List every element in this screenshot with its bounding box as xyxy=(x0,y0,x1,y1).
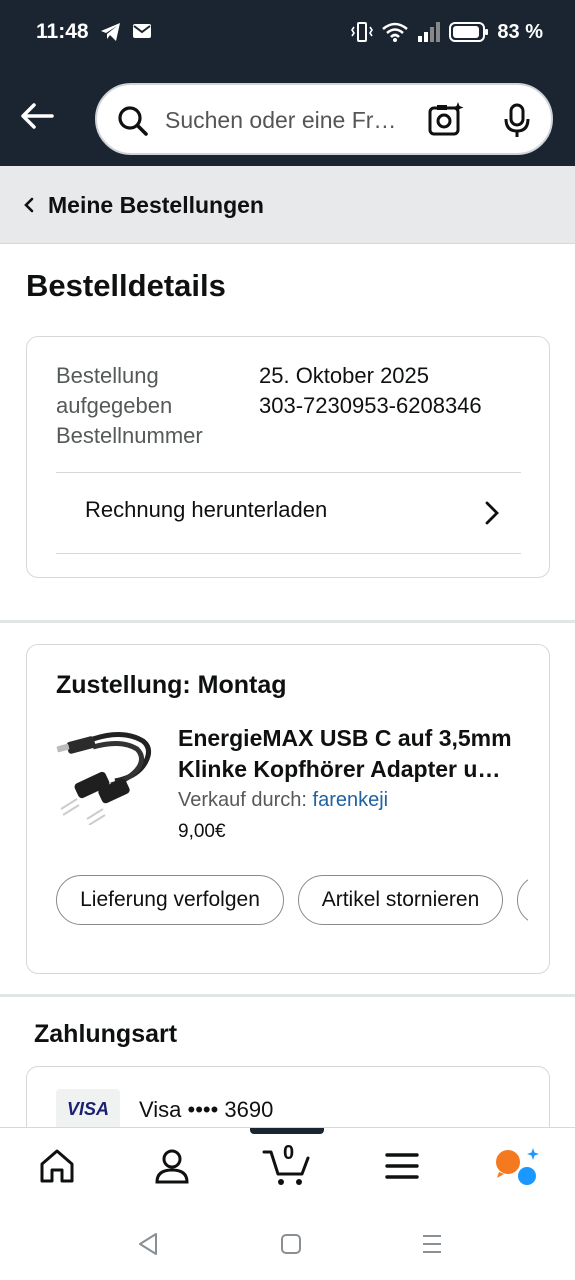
cancel-item-button[interactable]: Artikel stornieren xyxy=(298,875,503,925)
search-header: Suchen oder eine Fr… xyxy=(0,68,575,166)
payment-title: Zahlungsart xyxy=(34,1020,178,1048)
mail-icon xyxy=(133,24,151,38)
camera-search-icon[interactable] xyxy=(427,101,465,139)
vibrate-icon xyxy=(351,22,374,42)
home-icon[interactable] xyxy=(38,1146,76,1186)
order-placed-label: Bestellung aufgegeben xyxy=(56,363,173,418)
system-back-icon[interactable] xyxy=(136,1231,160,1257)
product-image[interactable] xyxy=(53,719,157,825)
order-number-value: 303-7230953-6208346 xyxy=(259,393,482,418)
telegram-icon xyxy=(101,23,120,41)
order-info-card: Bestellung aufgegeben Bestellnummer 25. … xyxy=(26,336,550,578)
battery-percent: 83 % xyxy=(497,20,543,43)
menu-icon[interactable] xyxy=(385,1152,419,1180)
order-number-label: Bestellnummer xyxy=(56,423,203,448)
page-title: Bestelldetails xyxy=(26,268,226,303)
visa-logo: VISA xyxy=(56,1089,120,1129)
order-placed-value: 25. Oktober 2025 xyxy=(259,363,430,388)
cart-count: 0 xyxy=(283,1142,295,1164)
search-icon xyxy=(118,106,148,136)
rufus-assistant-icon[interactable] xyxy=(495,1146,541,1190)
delivery-card: Zustellung: Montag EnergieMAX USB C auf … xyxy=(26,644,550,974)
download-invoice-row[interactable]: Rechnung herunterladen xyxy=(56,473,521,555)
order-info-labels: Bestellung aufgegeben Bestellnummer xyxy=(56,361,246,451)
delivery-title: Zustellung: Montag xyxy=(56,671,287,699)
chevron-left-icon xyxy=(24,197,34,213)
active-tab-indicator xyxy=(250,1128,324,1134)
search-input[interactable]: Suchen oder eine Fr… xyxy=(95,83,553,155)
bottom-navigation: 0 xyxy=(0,1127,575,1213)
more-actions-button[interactable] xyxy=(517,875,528,925)
divider xyxy=(56,553,521,554)
system-navigation xyxy=(0,1213,575,1280)
notification-icons xyxy=(100,22,152,42)
battery-icon xyxy=(449,22,489,42)
action-buttons: Lieferung verfolgen Artikel stornieren xyxy=(56,875,528,927)
download-invoice-label: Rechnung herunterladen xyxy=(85,497,328,522)
section-separator xyxy=(0,620,575,623)
status-bar: 11:48 83 % xyxy=(0,0,575,68)
product-title[interactable]: EnergieMAX USB C auf 3,5mm Klinke Kopfhö… xyxy=(178,723,528,785)
search-placeholder: Suchen oder eine Fr… xyxy=(165,107,397,133)
section-separator xyxy=(0,994,575,997)
account-icon[interactable] xyxy=(153,1146,191,1186)
order-info-values: 25. Oktober 2025 303-7230953-6208346 xyxy=(259,361,482,421)
breadcrumb-label: Meine Bestellungen xyxy=(48,192,264,218)
breadcrumb[interactable]: Meine Bestellungen xyxy=(0,166,575,244)
seller-line: Verkauf durch: farenkeji xyxy=(178,789,388,812)
seller-link[interactable]: farenkeji xyxy=(313,789,389,811)
microphone-icon[interactable] xyxy=(502,103,532,139)
wifi-icon xyxy=(382,22,409,42)
signal-icon xyxy=(418,22,441,42)
system-recents-icon[interactable] xyxy=(420,1231,444,1257)
system-home-icon[interactable] xyxy=(279,1231,303,1257)
payment-card-text: Visa •••• 3690 xyxy=(139,1097,274,1122)
back-arrow-icon[interactable] xyxy=(18,96,58,136)
status-time: 11:48 xyxy=(36,20,89,43)
seller-prefix: Verkauf durch: xyxy=(178,789,307,811)
track-delivery-button[interactable]: Lieferung verfolgen xyxy=(56,875,284,925)
chevron-right-icon xyxy=(485,501,499,525)
status-right: 83 % xyxy=(351,20,543,44)
product-price: 9,00€ xyxy=(178,821,226,842)
